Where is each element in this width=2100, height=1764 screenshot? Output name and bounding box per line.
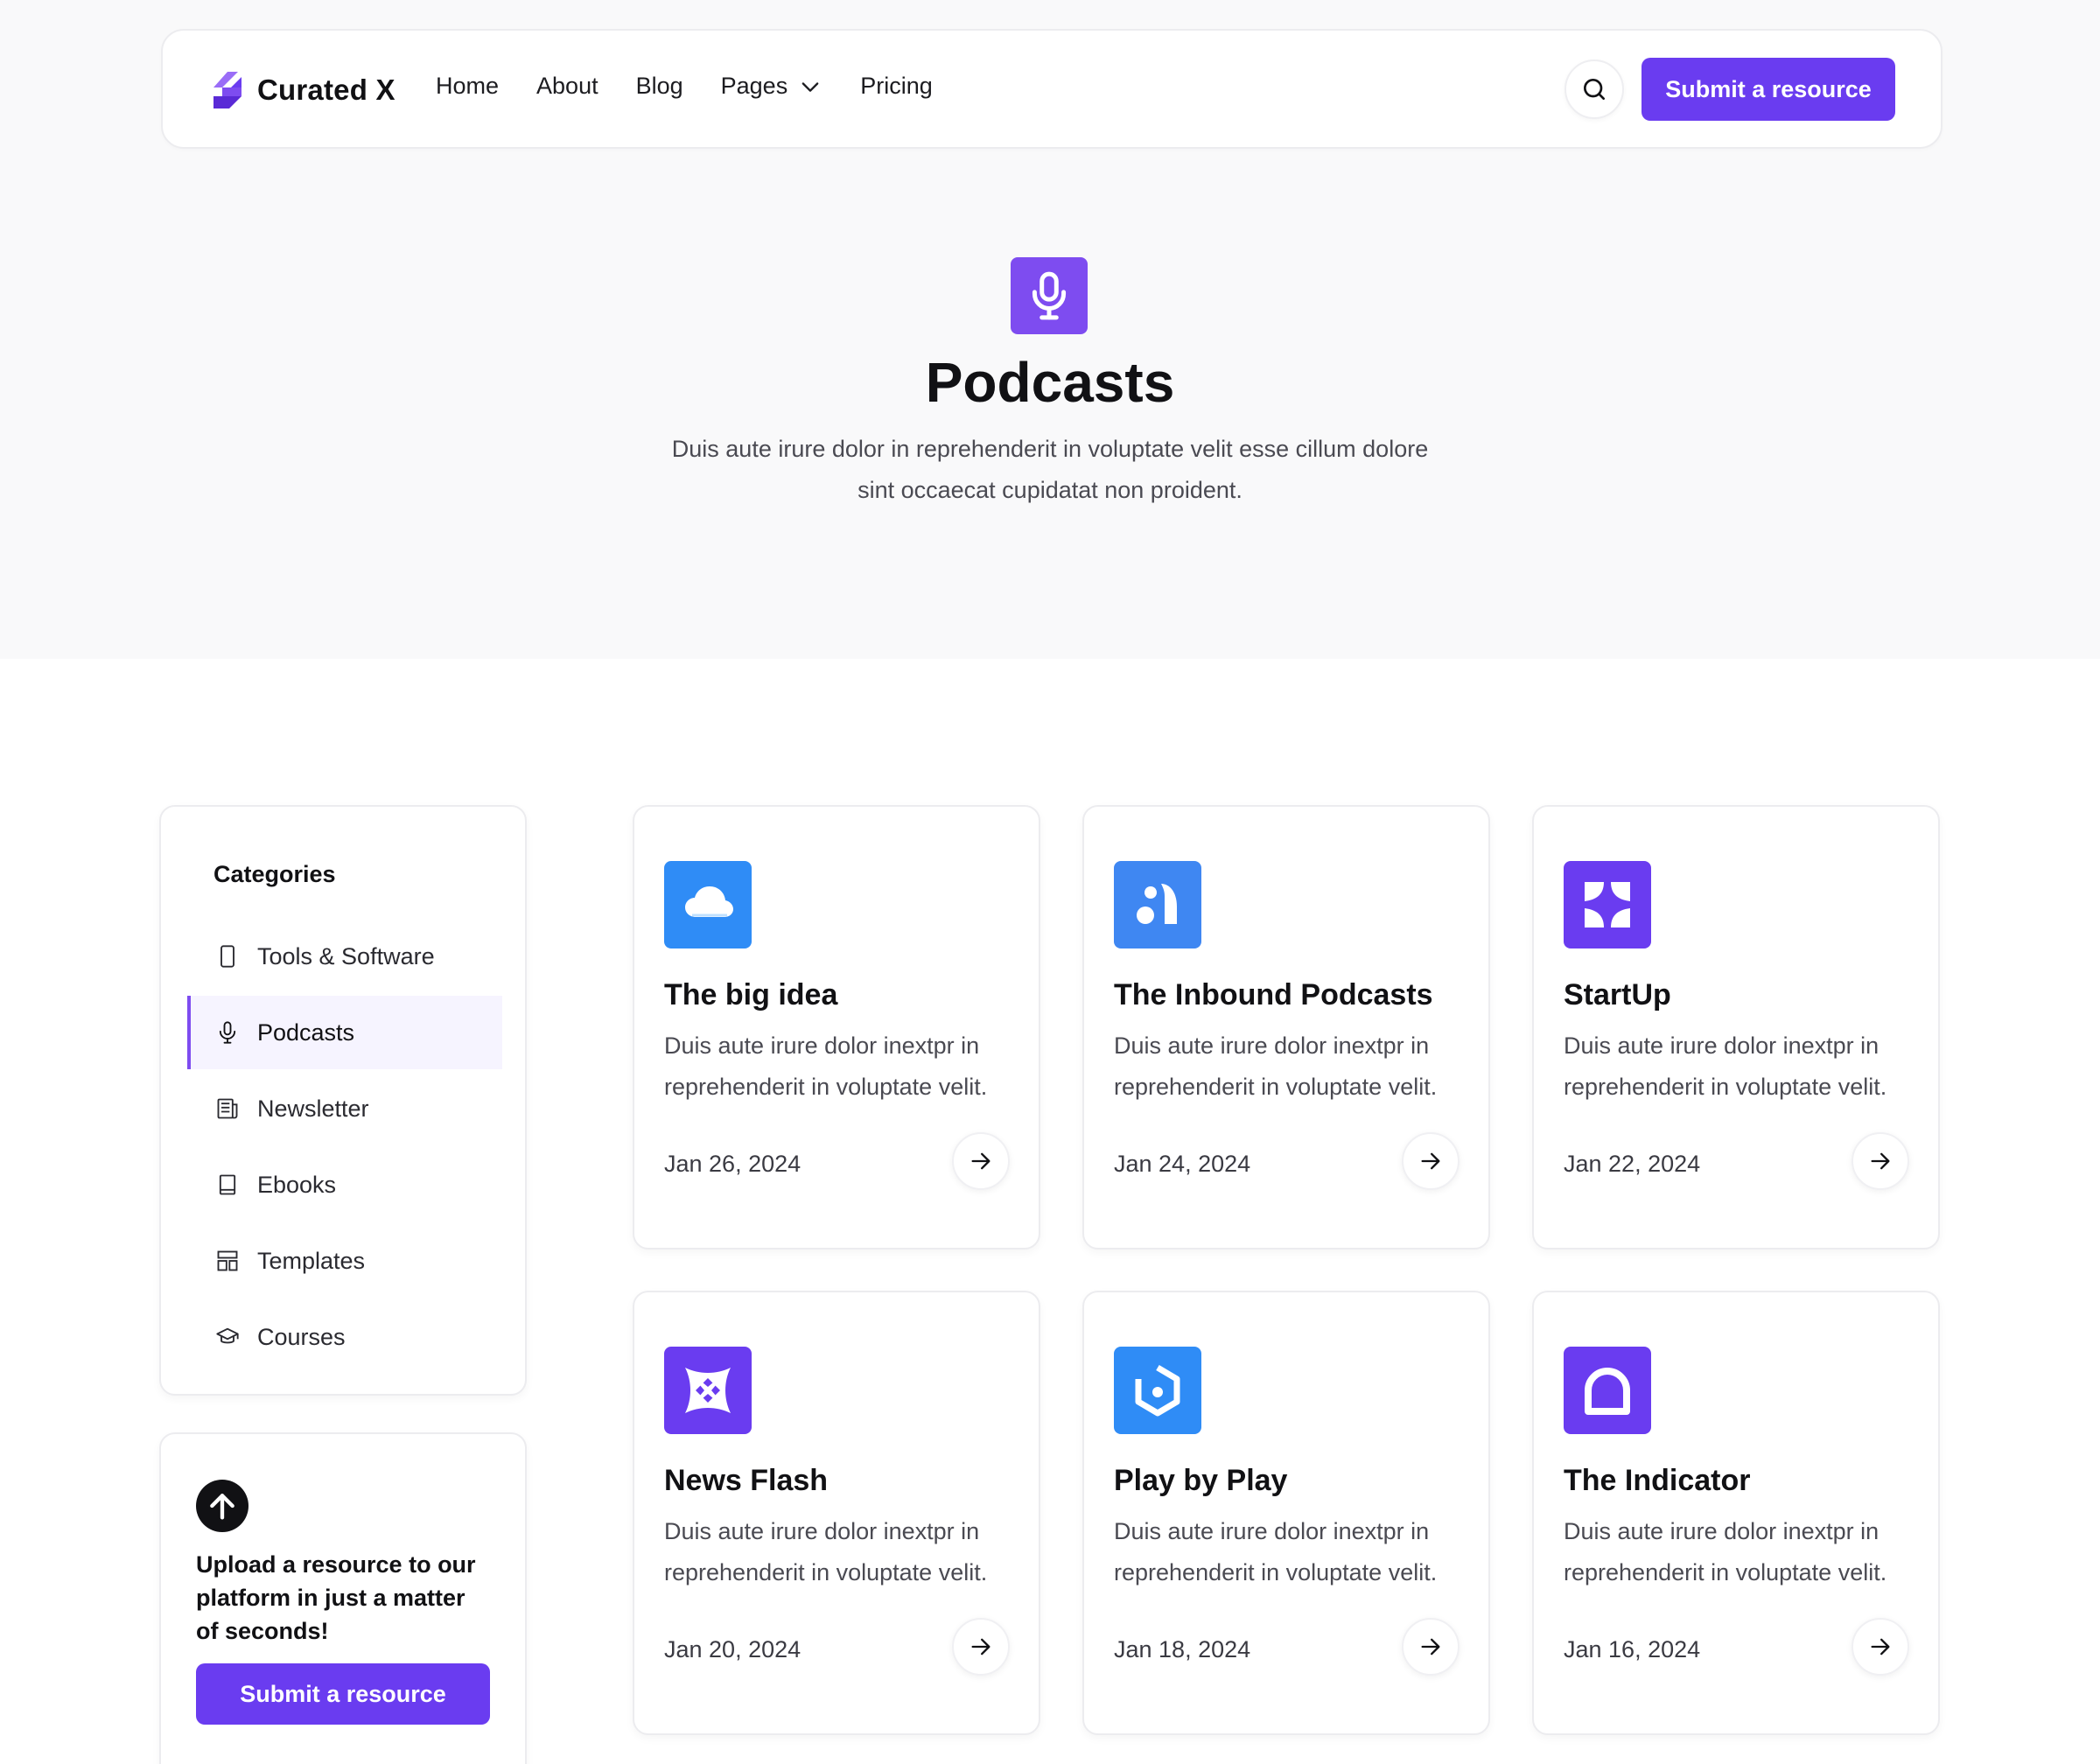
cloud-icon (664, 861, 752, 948)
resource-description: Duis aute irure dolor inextpr in reprehe… (664, 1518, 988, 1586)
petals-icon (1564, 861, 1651, 948)
open-resource-button[interactable] (1402, 1132, 1460, 1190)
resource-card[interactable]: News Flash Duis aute irure dolor inextpr… (633, 1291, 1040, 1735)
book-icon (219, 1174, 236, 1195)
category-item-podcasts[interactable]: Podcasts (187, 996, 502, 1069)
category-item-courses[interactable]: Courses (187, 1300, 502, 1374)
resource-date: Jan 26, 2024 (664, 1151, 802, 1177)
top-navbar: Curated X Home About Blog Pages Pricing … (161, 29, 1942, 149)
graduation-cap-icon (216, 1327, 239, 1344)
category-item-newsletter[interactable]: Newsletter (187, 1072, 502, 1145)
open-resource-button[interactable] (952, 1618, 1010, 1676)
resource-date: Jan 22, 2024 (1564, 1151, 1701, 1177)
resource-card[interactable]: The Inbound Podcasts Duis aute irure dol… (1082, 805, 1490, 1250)
hero-category-icon (1011, 257, 1088, 334)
arrow-right-icon (1871, 1152, 1890, 1170)
nav-links: Home About Blog Pages Pricing (436, 73, 970, 100)
logo-icon (214, 72, 242, 108)
page-title: Podcasts (925, 351, 1175, 414)
categories-title: Categories (214, 861, 336, 887)
category-item-templates[interactable]: Templates (187, 1224, 502, 1298)
open-resource-button[interactable] (1852, 1618, 1909, 1676)
resource-description: Duis aute irure dolor inextpr in reprehe… (664, 1032, 988, 1100)
category-item-ebooks[interactable]: Ebooks (187, 1148, 502, 1222)
categories-panel: Categories Tools & Software Podcasts New… (159, 805, 527, 1396)
resource-card[interactable]: The big idea Duis aute irure dolor inext… (633, 805, 1040, 1250)
brand[interactable]: Curated X (210, 66, 396, 115)
category-label: Podcasts (257, 1018, 355, 1046)
arrow-right-icon (1421, 1152, 1440, 1170)
arrow-right-icon (971, 1638, 990, 1656)
upload-arrow-icon (196, 1480, 248, 1532)
resource-date: Jan 18, 2024 (1114, 1636, 1251, 1662)
resource-description: Duis aute irure dolor inextpr in reprehe… (1564, 1518, 1887, 1586)
arrow-right-icon (1421, 1638, 1440, 1656)
microphone-icon (219, 1021, 236, 1044)
hexagon-icon (1114, 1347, 1201, 1434)
search-button[interactable] (1564, 60, 1624, 119)
resource-title: News Flash (664, 1464, 829, 1497)
template-icon (217, 1250, 238, 1271)
chevron-down-icon (802, 81, 819, 92)
categories-list: Tools & Software Podcasts Newsletter Ebo… (187, 920, 502, 1376)
nav-link-home[interactable]: Home (436, 73, 499, 100)
resource-date: Jan 20, 2024 (664, 1636, 802, 1662)
category-label: Courses (257, 1323, 346, 1350)
resource-card[interactable]: Play by Play Duis aute irure dolor inext… (1082, 1291, 1490, 1735)
resource-card[interactable]: The Indicator Duis aute irure dolor inex… (1532, 1291, 1940, 1735)
upload-submit-button[interactable]: Submit a resource (196, 1663, 490, 1725)
resource-description: Duis aute irure dolor inextpr in reprehe… (1564, 1032, 1887, 1100)
open-resource-button[interactable] (952, 1132, 1010, 1190)
submit-resource-button[interactable]: Submit a resource (1642, 58, 1895, 121)
nav-link-pricing[interactable]: Pricing (860, 73, 933, 100)
arrow-right-icon (971, 1152, 990, 1170)
category-label: Tools & Software (257, 942, 435, 970)
open-resource-button[interactable] (1852, 1132, 1909, 1190)
resource-title: The Indicator (1564, 1464, 1751, 1497)
search-icon (1584, 79, 1605, 100)
resource-title: The big idea (664, 978, 838, 1012)
upload-promo-card: Upload a resource to our platform in jus… (159, 1432, 527, 1764)
category-item-tools-software[interactable]: Tools & Software (187, 920, 502, 993)
page-subtitle: Duis aute irure dolor in reprehenderit i… (671, 436, 1429, 503)
brand-name: Curated X (257, 74, 396, 106)
phone-icon (220, 945, 234, 968)
nav-link-about[interactable]: About (536, 73, 598, 100)
microphone-icon (1032, 271, 1067, 320)
resource-title: StartUp (1564, 978, 1671, 1012)
resource-card[interactable]: StartUp Duis aute irure dolor inextpr in… (1532, 805, 1940, 1250)
resource-description: Duis aute irure dolor inextpr in reprehe… (1114, 1032, 1438, 1100)
shapes-icon (1114, 861, 1201, 948)
nav-link-pages-label: Pages (720, 73, 788, 99)
resource-title: Play by Play (1114, 1464, 1288, 1497)
nav-link-pages[interactable]: Pages (721, 73, 823, 100)
upload-promo-text: Upload a resource to our platform in jus… (196, 1551, 476, 1644)
arrow-right-icon (1871, 1638, 1890, 1656)
bubble-icon (1564, 1347, 1651, 1434)
nav-link-blog[interactable]: Blog (636, 73, 683, 100)
open-resource-button[interactable] (1402, 1618, 1460, 1676)
newspaper-icon (217, 1098, 238, 1119)
resource-date: Jan 24, 2024 (1114, 1151, 1251, 1177)
star-x-icon (664, 1347, 752, 1434)
category-label: Newsletter (257, 1095, 369, 1122)
category-label: Templates (257, 1247, 366, 1274)
resource-title: The Inbound Podcasts (1114, 978, 1433, 1012)
resource-description: Duis aute irure dolor inextpr in reprehe… (1114, 1518, 1438, 1586)
category-label: Ebooks (257, 1171, 337, 1198)
resource-date: Jan 16, 2024 (1564, 1636, 1701, 1662)
